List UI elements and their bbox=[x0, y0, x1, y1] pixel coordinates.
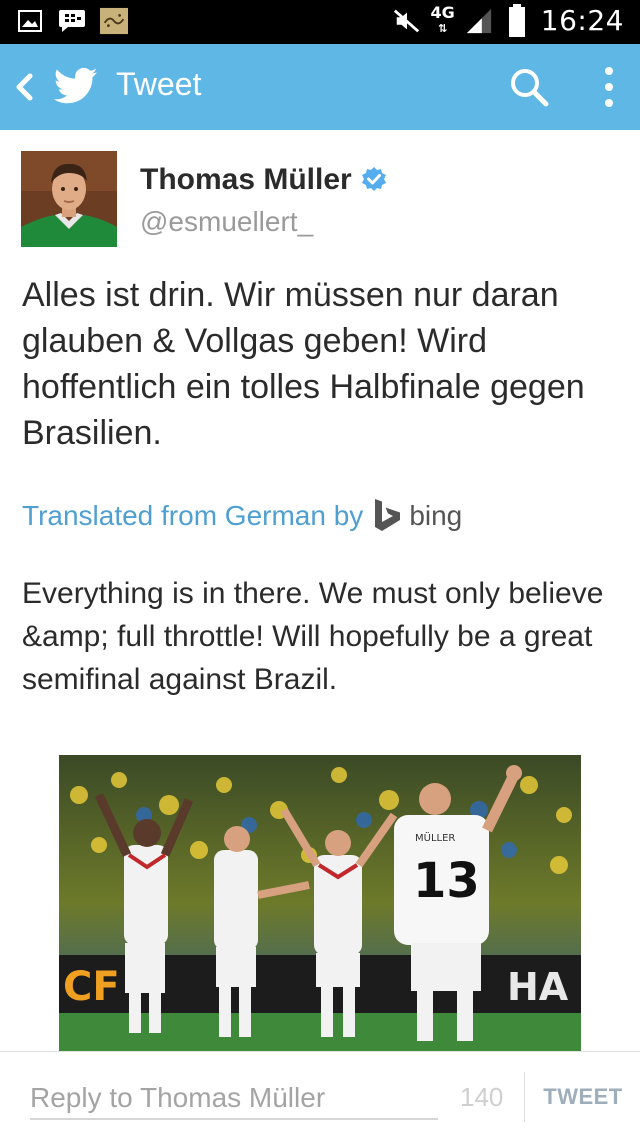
network-type: 4G ⇅ bbox=[430, 2, 455, 35]
tweet-text: Alles ist drin. Wir müssen nur daran gla… bbox=[22, 276, 585, 452]
translated-label[interactable]: Translated from German by bbox=[22, 500, 363, 532]
translation-text: Everything is in there. We must only bel… bbox=[22, 577, 604, 696]
twitter-bird-icon[interactable] bbox=[53, 66, 98, 106]
verified-badge-icon bbox=[360, 166, 388, 194]
image-icon bbox=[16, 8, 44, 34]
clock: 16:24 bbox=[540, 4, 624, 37]
translation-attribution[interactable]: Translated from German by bing bbox=[22, 498, 462, 534]
author-row: Thomas Müller bbox=[140, 163, 388, 197]
svg-text:CF: CF bbox=[63, 964, 120, 1010]
battery-icon bbox=[503, 3, 531, 37]
bing-logo-icon bbox=[373, 498, 403, 534]
character-count: 140 bbox=[460, 1082, 504, 1112]
tweet-button[interactable]: TWEET bbox=[530, 1074, 636, 1120]
author-name[interactable]: Thomas Müller bbox=[140, 163, 352, 197]
back-icon[interactable] bbox=[12, 70, 36, 104]
photo-jersey-number: 13 bbox=[413, 853, 480, 909]
author-handle[interactable]: @esmuellert_ bbox=[140, 206, 313, 238]
signal-icon bbox=[465, 8, 493, 34]
mute-icon bbox=[393, 8, 421, 34]
status-bar: 4G ⇅ 16:24 bbox=[0, 0, 640, 44]
bbm-icon bbox=[58, 8, 86, 34]
app-icon bbox=[100, 7, 128, 35]
more-options-icon[interactable] bbox=[596, 64, 622, 110]
divider bbox=[524, 1072, 525, 1122]
svg-text:HA: HA bbox=[507, 965, 569, 1009]
photo-jersey-name: MÜLLER bbox=[415, 831, 455, 844]
search-icon[interactable] bbox=[508, 66, 550, 108]
action-bar: Tweet bbox=[0, 44, 640, 130]
translator-name: bing bbox=[409, 500, 463, 531]
status-left-icons bbox=[16, 7, 128, 35]
reply-bar: 140 TWEET bbox=[0, 1051, 640, 1139]
status-right: 4G ⇅ 16:24 bbox=[393, 2, 624, 37]
reply-input[interactable] bbox=[30, 1078, 438, 1120]
page-title: Tweet bbox=[116, 66, 202, 102]
avatar[interactable] bbox=[21, 151, 117, 247]
tweet-photo[interactable]: CF HA MÜLLER 13 bbox=[59, 755, 581, 1051]
